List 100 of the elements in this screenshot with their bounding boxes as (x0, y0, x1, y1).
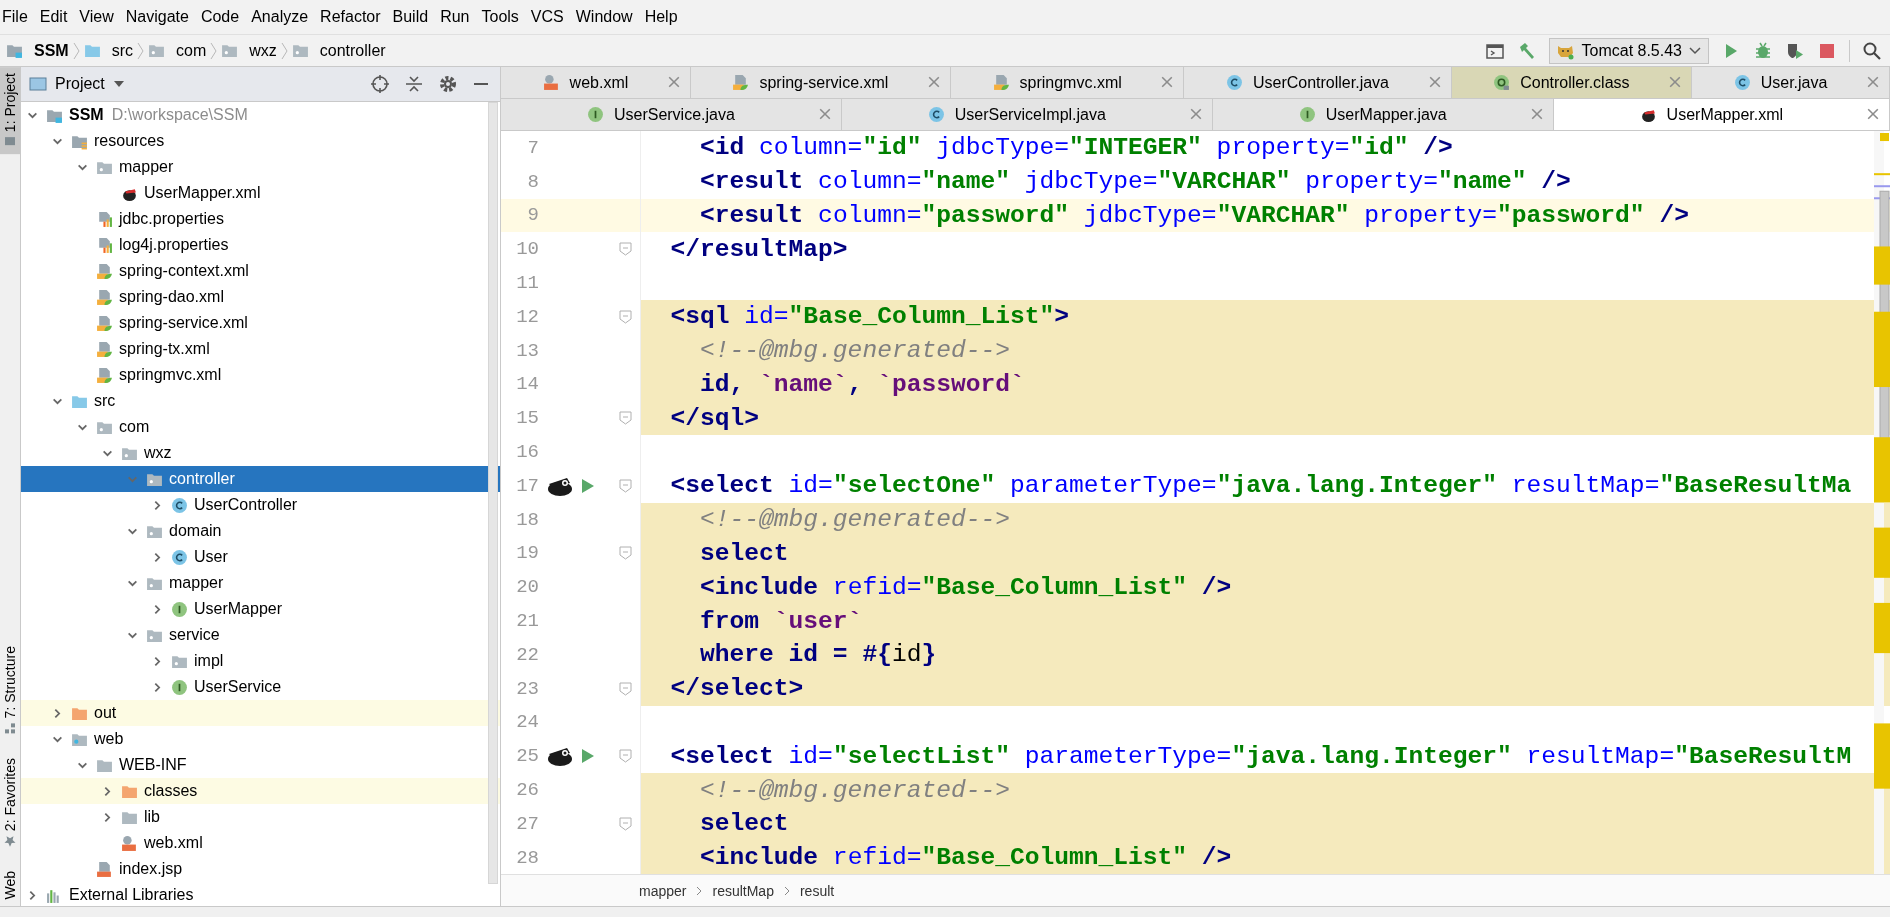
close-icon[interactable] (1530, 108, 1543, 120)
close-icon[interactable] (1867, 108, 1880, 120)
menu-item[interactable]: Build (386, 8, 435, 26)
tool-window-button[interactable]: 7: Structure (0, 639, 20, 741)
tree-item[interactable]: com (21, 414, 500, 440)
fold-marker-icon[interactable] (619, 681, 632, 696)
run-icon[interactable] (581, 477, 595, 494)
editor-tab[interactable]: UserMapper.xml (1553, 99, 1890, 130)
tree-item[interactable]: out (21, 700, 500, 726)
tree-item[interactable]: UserMapper (21, 596, 500, 622)
tree-item[interactable]: wxz (21, 440, 500, 466)
tree-item[interactable]: controller (21, 466, 500, 492)
collapse-all-icon[interactable] (404, 74, 424, 94)
tree-item[interactable]: service (21, 622, 500, 648)
tree-item[interactable]: resources (21, 128, 500, 154)
tree-item[interactable]: WEB-INF (21, 752, 500, 778)
tree-item[interactable]: spring-dao.xml (21, 284, 500, 310)
code-line: id, `name`, `password` (699, 370, 1025, 398)
line-number: 15 (515, 407, 539, 430)
tree-item[interactable]: domain (21, 518, 500, 544)
tree-item[interactable]: index.jsp (21, 856, 500, 882)
fold-marker-icon[interactable] (619, 411, 632, 426)
breadcrumb[interactable]: result (799, 882, 835, 899)
close-icon[interactable] (1428, 76, 1441, 88)
settings-icon[interactable] (438, 74, 458, 94)
tree-item[interactable]: springmvc.xml (21, 362, 500, 388)
breadcrumb[interactable]: wxz (221, 41, 277, 60)
menu-item[interactable]: Refactor (314, 8, 387, 26)
fold-marker-icon[interactable] (619, 242, 632, 257)
editor-tab[interactable]: Controller.class (1451, 67, 1693, 98)
tree-item[interactable]: jdbc.properties (21, 206, 500, 232)
run-icon[interactable] (581, 748, 595, 765)
fold-marker-icon[interactable] (619, 749, 632, 764)
breadcrumb[interactable]: mapper (639, 882, 687, 899)
panel-title[interactable]: Project (55, 75, 105, 93)
tree-item[interactable]: src (21, 388, 500, 414)
menu-item[interactable]: View (73, 8, 120, 26)
interface-icon (171, 678, 188, 696)
caret-icon (1688, 45, 1702, 56)
item-label: springmvc.xml (119, 366, 222, 384)
tree-item[interactable]: UserMapper.xml (21, 180, 500, 206)
item-label: UserMapper.xml (144, 184, 261, 202)
fold-marker-icon[interactable] (619, 816, 632, 831)
line-number: 25 (515, 745, 539, 768)
tool-window-button[interactable]: Web (0, 865, 20, 906)
line-number: 10 (515, 238, 539, 261)
tree-item[interactable]: classes (21, 778, 500, 804)
tree-item[interactable]: mapper (21, 154, 500, 180)
scrollbar[interactable] (488, 102, 498, 884)
close-icon[interactable] (1867, 76, 1879, 88)
menu-item[interactable]: Navigate (119, 8, 195, 26)
star-icon (4, 835, 16, 848)
menu-item[interactable]: Window (569, 8, 639, 26)
tool-window-button[interactable]: 1: Project (0, 67, 20, 155)
tree-item[interactable]: lib (21, 804, 500, 830)
search-icon[interactable] (1862, 40, 1882, 61)
line-number: 9 (526, 204, 539, 227)
tree-item[interactable]: spring-context.xml (21, 258, 500, 284)
tree-item[interactable]: User (21, 544, 500, 570)
menu-item[interactable]: Help (638, 8, 684, 26)
tree-item[interactable]: UserService (21, 674, 500, 700)
caret-icon[interactable] (112, 80, 125, 88)
item-label: UserController (194, 496, 298, 514)
tree-item[interactable]: web (21, 726, 500, 752)
close-icon[interactable] (818, 108, 831, 120)
menu-item[interactable]: Edit (33, 8, 74, 26)
tool-window-button[interactable]: 2: Favorites (0, 752, 20, 854)
menu-item[interactable]: VCS (524, 8, 570, 26)
close-icon[interactable] (1161, 76, 1174, 88)
separator-icon (137, 40, 144, 61)
tree-item[interactable]: log4j.properties (21, 232, 500, 258)
menu-item[interactable]: Analyze (245, 8, 315, 26)
menu-item[interactable]: Code (194, 8, 246, 26)
tree-item[interactable]: spring-tx.xml (21, 336, 500, 362)
bird-icon[interactable] (545, 745, 573, 768)
fold-marker-icon[interactable] (619, 309, 632, 324)
tree-item[interactable]: SSM D:\workspace\SSM (21, 102, 500, 128)
tree-item[interactable]: UserController (21, 492, 500, 518)
bug-icon[interactable] (1753, 40, 1773, 61)
tree-item[interactable]: spring-service.xml (21, 310, 500, 336)
breadcrumb[interactable]: SSM (6, 41, 69, 60)
breadcrumb[interactable]: controller (291, 41, 386, 60)
tree-item[interactable]: mapper (21, 570, 500, 596)
tree-item[interactable]: External Libraries (21, 882, 500, 906)
fold-marker-icon[interactable] (619, 546, 632, 561)
menu-item[interactable]: Tools (475, 8, 525, 26)
code-line: </sql> (669, 404, 760, 432)
fold-marker-icon[interactable] (619, 478, 632, 493)
close-icon[interactable] (1189, 108, 1202, 120)
close-icon[interactable] (667, 76, 680, 88)
menu-item[interactable]: Run (434, 8, 476, 26)
breadcrumb[interactable]: resultMap (712, 882, 774, 899)
tree-item[interactable]: impl (21, 648, 500, 674)
menu-item[interactable]: File (0, 8, 34, 26)
breadcrumb[interactable]: src (83, 41, 133, 60)
tree-item[interactable]: web.xml (21, 830, 500, 856)
crosshair-icon[interactable] (370, 74, 390, 94)
breadcrumb[interactable]: com (148, 41, 207, 60)
run-configuration-dropdown[interactable]: Tomcat 8.5.43 (1548, 37, 1709, 64)
close-icon[interactable] (927, 76, 940, 88)
